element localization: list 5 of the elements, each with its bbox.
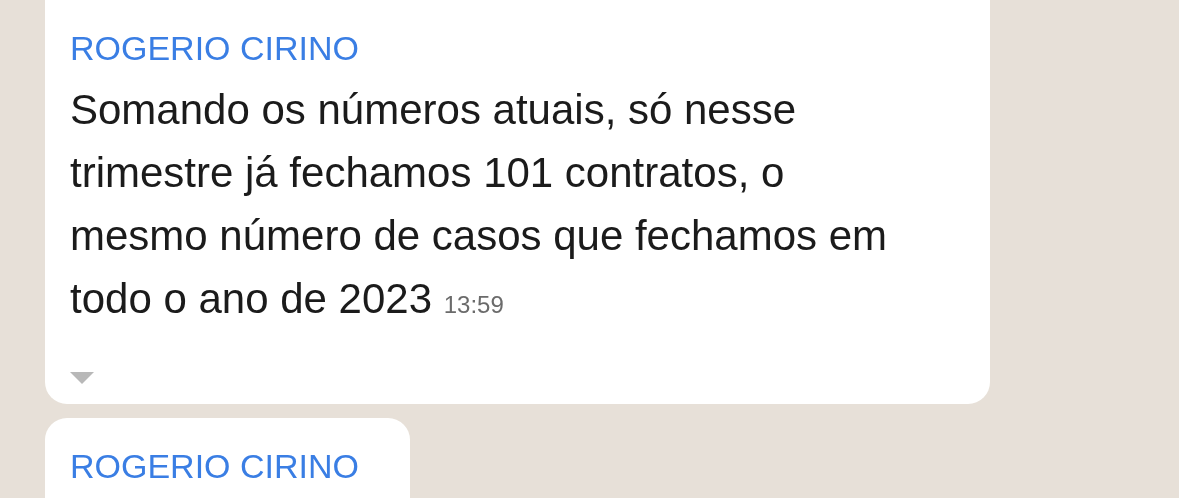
sender-name: ROGERIO CIRINO [70, 446, 361, 486]
message-time: 13:59 [443, 291, 504, 318]
sender-name: ROGERIO CIRINO [70, 28, 361, 68]
caret-icon[interactable] [70, 372, 94, 384]
message-text: Somando os números atuais, só nesse trimestre já fechamos 101 contratos, o mesmo número de casos que fechamos em todo o ano de 2023 13:59 [70, 85, 889, 324]
